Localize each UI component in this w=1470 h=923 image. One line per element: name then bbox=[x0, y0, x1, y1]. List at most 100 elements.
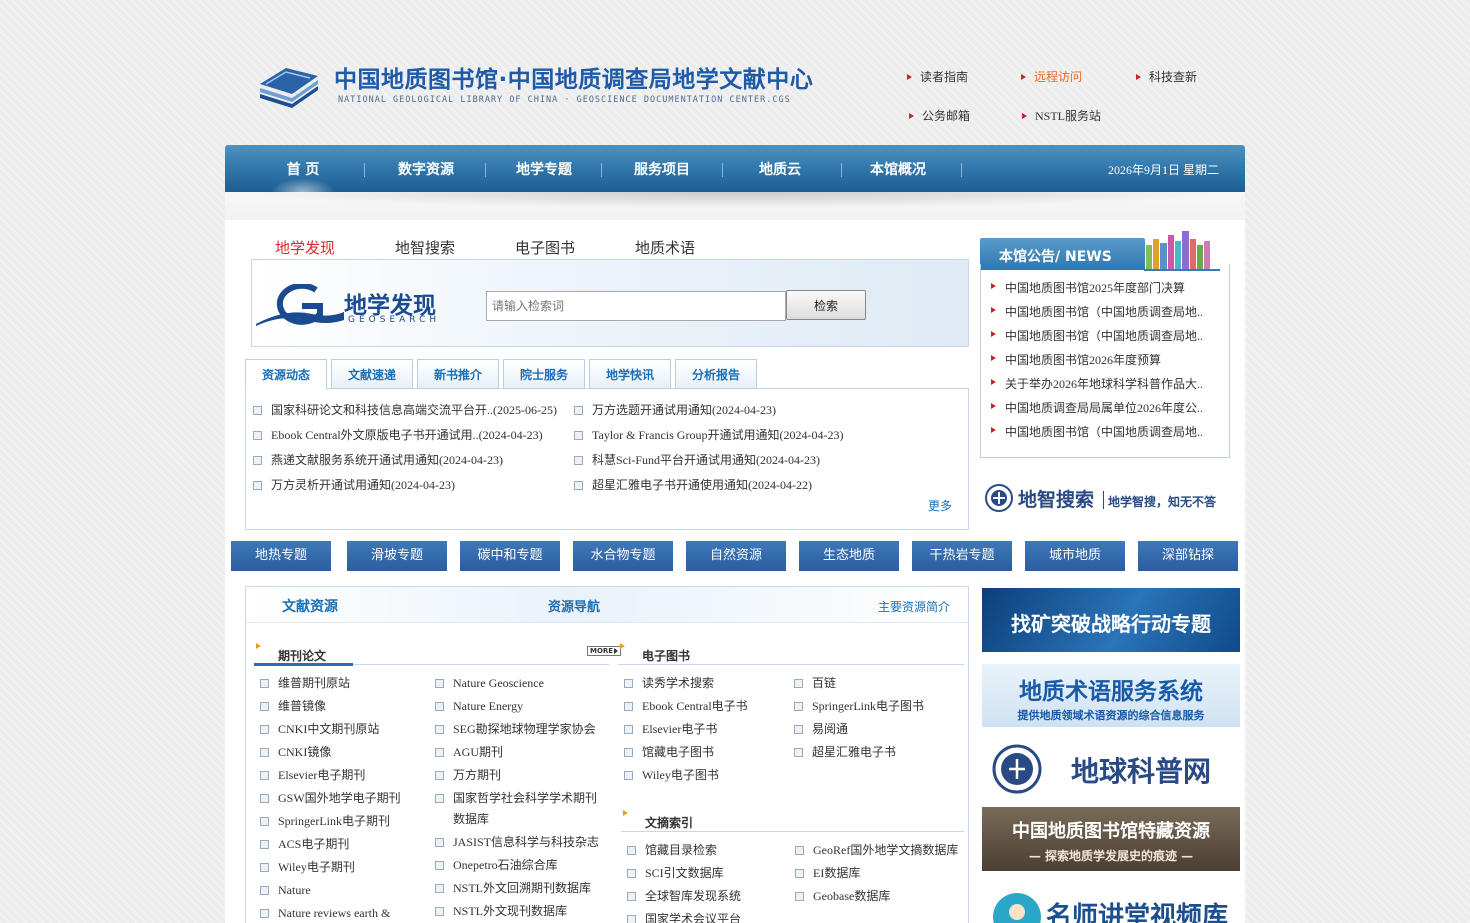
list-item[interactable]: 燕递文献服务系统开通试用通知(2024-04-23) bbox=[253, 451, 503, 468]
list-item[interactable]: 中国地质图书馆（中国地质调查局地.. bbox=[990, 303, 1203, 320]
list-item[interactable]: 易阅通 bbox=[794, 719, 848, 740]
nav-geocloud[interactable]: 地质云 bbox=[730, 145, 830, 192]
list-item[interactable]: Wiley电子期刊 bbox=[260, 857, 355, 878]
list-item[interactable]: Ebook Central外文原版电子书开通试用..(2024-04-23) bbox=[253, 426, 543, 443]
topic-carbon-neutral[interactable]: 碳中和专题 bbox=[460, 541, 560, 571]
search-button[interactable]: 检索 bbox=[786, 290, 866, 320]
list-item[interactable]: NSTL外文回溯期刊数据库 bbox=[435, 878, 591, 899]
topic-hot-dry-rock[interactable]: 干热岩专题 bbox=[912, 541, 1012, 571]
link-novelty-search[interactable]: 科技查新 bbox=[1136, 68, 1197, 85]
list-item[interactable]: 维普镜像 bbox=[260, 696, 326, 717]
tab-academician-service[interactable]: 院士服务 bbox=[503, 359, 585, 389]
list-item[interactable]: Nature bbox=[260, 880, 311, 901]
list-item[interactable]: AGU期刊 bbox=[435, 742, 503, 763]
tab-literature-resources[interactable]: 文献资源 bbox=[282, 596, 338, 616]
nav-geo-topics[interactable]: 地学专题 bbox=[494, 145, 594, 192]
resource-label: 馆藏目录检索 bbox=[645, 843, 718, 857]
tab-literature-express[interactable]: 文献速递 bbox=[331, 359, 413, 389]
list-item[interactable]: 超星汇雅电子书开通使用通知(2024-04-22) bbox=[574, 476, 812, 493]
list-item[interactable]: NSTL外文现刊数据库 bbox=[435, 901, 567, 922]
tab-ebooks[interactable]: 电子图书 bbox=[515, 237, 575, 258]
list-item[interactable]: Nature reviews earth & bbox=[260, 903, 390, 923]
topic-geothermal[interactable]: 地热专题 bbox=[231, 541, 331, 571]
tab-analysis-report[interactable]: 分析报告 bbox=[675, 359, 757, 389]
tab-geo-flash[interactable]: 地学快讯 bbox=[589, 359, 671, 389]
list-item[interactable]: Taylor & Francis Group开通试用通知(2024-04-23) bbox=[574, 426, 843, 443]
tab-resource-navigation[interactable]: 资源导航 bbox=[548, 596, 600, 615]
topic-deep-drilling[interactable]: 深部钻探 bbox=[1138, 541, 1238, 571]
list-item[interactable]: 万方选题开通试用通知(2024-04-23) bbox=[574, 401, 776, 418]
list-item[interactable]: GeoRef国外地学文摘数据库 bbox=[795, 840, 958, 861]
link-official-mail[interactable]: 公务邮箱 bbox=[909, 107, 970, 124]
banner-earth-science-popular[interactable]: 地球科普网 bbox=[982, 738, 1240, 798]
list-item[interactable]: 全球智库发现系统 bbox=[627, 886, 741, 907]
resource-label: SpringerLink电子期刊 bbox=[278, 814, 390, 828]
banner-mineral-exploration[interactable]: 找矿突破战略行动专题 bbox=[982, 588, 1240, 652]
list-item[interactable]: 百链 bbox=[794, 673, 836, 694]
link-reader-guide[interactable]: 读者指南 bbox=[907, 68, 968, 85]
list-item[interactable]: 馆藏目录检索 bbox=[627, 840, 718, 861]
list-item[interactable]: 国家科研论文和科技信息高端交流平台开..(2025-06-25) bbox=[253, 401, 557, 418]
link-remote-access[interactable]: 远程访问 bbox=[1021, 68, 1082, 85]
list-item[interactable]: Elsevier电子书 bbox=[624, 719, 717, 740]
list-item[interactable]: 科慧Sci-Fund平台开通试用通知(2024-04-23) bbox=[574, 451, 820, 468]
topic-hydrate[interactable]: 水合物专题 bbox=[573, 541, 673, 571]
banner-lecture-videos[interactable]: 名师讲堂视频库 bbox=[982, 884, 1240, 923]
topic-natural-resources[interactable]: 自然资源 bbox=[686, 541, 786, 571]
list-item[interactable]: EI数据库 bbox=[795, 863, 860, 884]
list-item[interactable]: 中国地质调查局局属单位2026年度公.. bbox=[990, 399, 1203, 416]
list-item[interactable]: 维普期刊原站 bbox=[260, 673, 350, 694]
site-logo[interactable]: 中国地质图书馆·中国地质调查局地学文献中心 NATIONAL GEOLOGICA… bbox=[256, 58, 836, 114]
tab-geo-terms[interactable]: 地质术语 bbox=[635, 237, 695, 258]
tab-resource-news[interactable]: 资源动态 bbox=[245, 359, 327, 390]
resource-label: AGU期刊 bbox=[453, 745, 503, 759]
smart-search-banner[interactable]: 地智搜索 地学智搜，知无不答 bbox=[984, 481, 1230, 517]
list-item[interactable]: 国家学术会议平台 bbox=[627, 909, 741, 923]
list-item[interactable]: 关于举办2026年地球科学科普作品大.. bbox=[990, 375, 1203, 392]
list-item[interactable]: 读秀学术搜索 bbox=[624, 673, 714, 694]
list-item[interactable]: SpringerLink电子图书 bbox=[794, 696, 924, 717]
topic-eco-geology[interactable]: 生态地质 bbox=[799, 541, 899, 571]
topic-urban-geology[interactable]: 城市地质 bbox=[1025, 541, 1125, 571]
tab-smart-search[interactable]: 地智搜索 bbox=[395, 237, 455, 258]
list-item[interactable]: ACS电子期刊 bbox=[260, 834, 349, 855]
list-item[interactable]: 馆藏电子图书 bbox=[624, 742, 714, 763]
link-nstl[interactable]: NSTL服务站 bbox=[1022, 107, 1101, 124]
list-item[interactable]: Ebook Central电子书 bbox=[624, 696, 748, 717]
list-item[interactable]: CNKI镜像 bbox=[260, 742, 331, 763]
list-item[interactable]: 国家哲学社会科学学术期刊数据库 bbox=[435, 788, 603, 830]
list-item[interactable]: 中国地质图书馆2026年度预算 bbox=[990, 351, 1161, 368]
search-input[interactable] bbox=[486, 291, 786, 321]
nav-home[interactable]: 首 页 bbox=[253, 145, 353, 192]
bullet-square-icon bbox=[627, 869, 636, 878]
list-item[interactable]: SEG勘探地球物理学家协会 bbox=[435, 719, 596, 740]
journals-more-button[interactable]: MORE bbox=[587, 646, 621, 656]
list-item[interactable]: 中国地质图书馆（中国地质调查局地.. bbox=[990, 423, 1203, 440]
banner-geo-terms[interactable]: 地质术语服务系统 提供地质领域术语资源的综合信息服务 bbox=[982, 664, 1240, 727]
list-item[interactable]: JASIST信息科学与科技杂志 bbox=[435, 832, 599, 853]
list-item[interactable]: 万方灵析开通试用通知(2024-04-23) bbox=[253, 476, 455, 493]
list-item[interactable]: SpringerLink电子期刊 bbox=[260, 811, 390, 832]
list-item[interactable]: CNKI中文期刊原站 bbox=[260, 719, 379, 740]
list-item[interactable]: 万方期刊 bbox=[435, 765, 501, 786]
tab-geo-discovery[interactable]: 地学发现 bbox=[275, 237, 335, 258]
nav-digital-resources[interactable]: 数字资源 bbox=[376, 145, 476, 192]
list-item[interactable]: Nature Geoscience bbox=[435, 673, 544, 694]
list-item[interactable]: GSW国外地学电子期刊 bbox=[260, 788, 401, 809]
banner-special-collections[interactable]: 中国地质图书馆特藏资源 — 探索地质学发展史的痕迹 — bbox=[982, 807, 1240, 871]
list-item[interactable]: 中国地质图书馆（中国地质调查局地.. bbox=[990, 327, 1203, 344]
list-item[interactable]: 中国地质图书馆2025年度部门决算 bbox=[990, 279, 1185, 296]
list-item[interactable]: Wiley电子图书 bbox=[624, 765, 719, 786]
list-item[interactable]: 超星汇雅电子书 bbox=[794, 742, 896, 763]
link-main-resources-intro[interactable]: 主要资源简介 bbox=[878, 598, 950, 615]
list-item[interactable]: Elsevier电子期刊 bbox=[260, 765, 365, 786]
topic-landslide[interactable]: 滑坡专题 bbox=[347, 541, 447, 571]
news-more-link[interactable]: 更多 bbox=[928, 497, 952, 514]
nav-services[interactable]: 服务项目 bbox=[612, 145, 712, 192]
list-item[interactable]: Nature Energy bbox=[435, 696, 523, 717]
tab-new-books[interactable]: 新书推介 bbox=[417, 359, 499, 389]
list-item[interactable]: Geobase数据库 bbox=[795, 886, 890, 907]
list-item[interactable]: SCI引文数据库 bbox=[627, 863, 724, 884]
list-item[interactable]: Onepetro石油综合库 bbox=[435, 855, 558, 876]
nav-about[interactable]: 本馆概况 bbox=[848, 145, 948, 192]
